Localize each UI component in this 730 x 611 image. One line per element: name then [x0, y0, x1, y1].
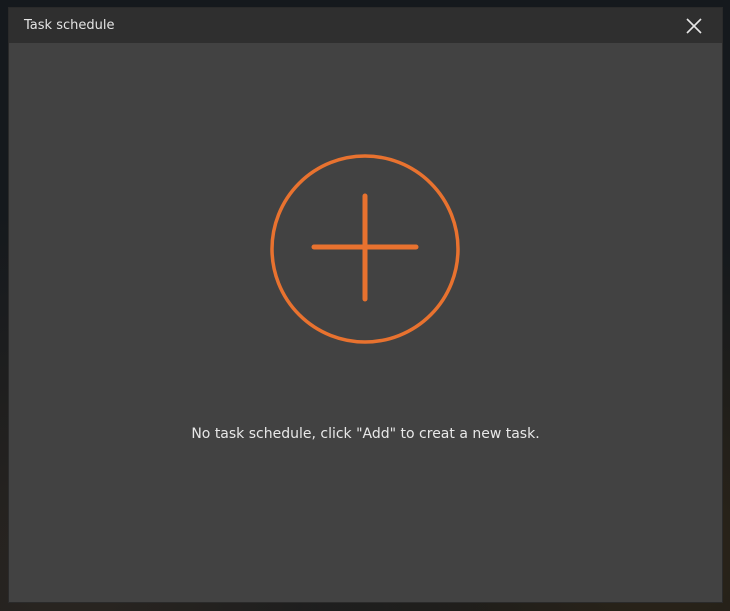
close-icon [686, 18, 702, 34]
dialog-title: Task schedule [24, 18, 115, 33]
task-schedule-dialog: Task schedule No task schedule, click "A… [9, 8, 722, 602]
empty-state-message: No task schedule, click "Add" to creat a… [191, 426, 540, 442]
close-button[interactable] [681, 13, 707, 39]
add-circle-plus-icon [270, 154, 460, 344]
add-task-button[interactable] [269, 153, 461, 345]
dialog-titlebar[interactable]: Task schedule [9, 8, 722, 43]
